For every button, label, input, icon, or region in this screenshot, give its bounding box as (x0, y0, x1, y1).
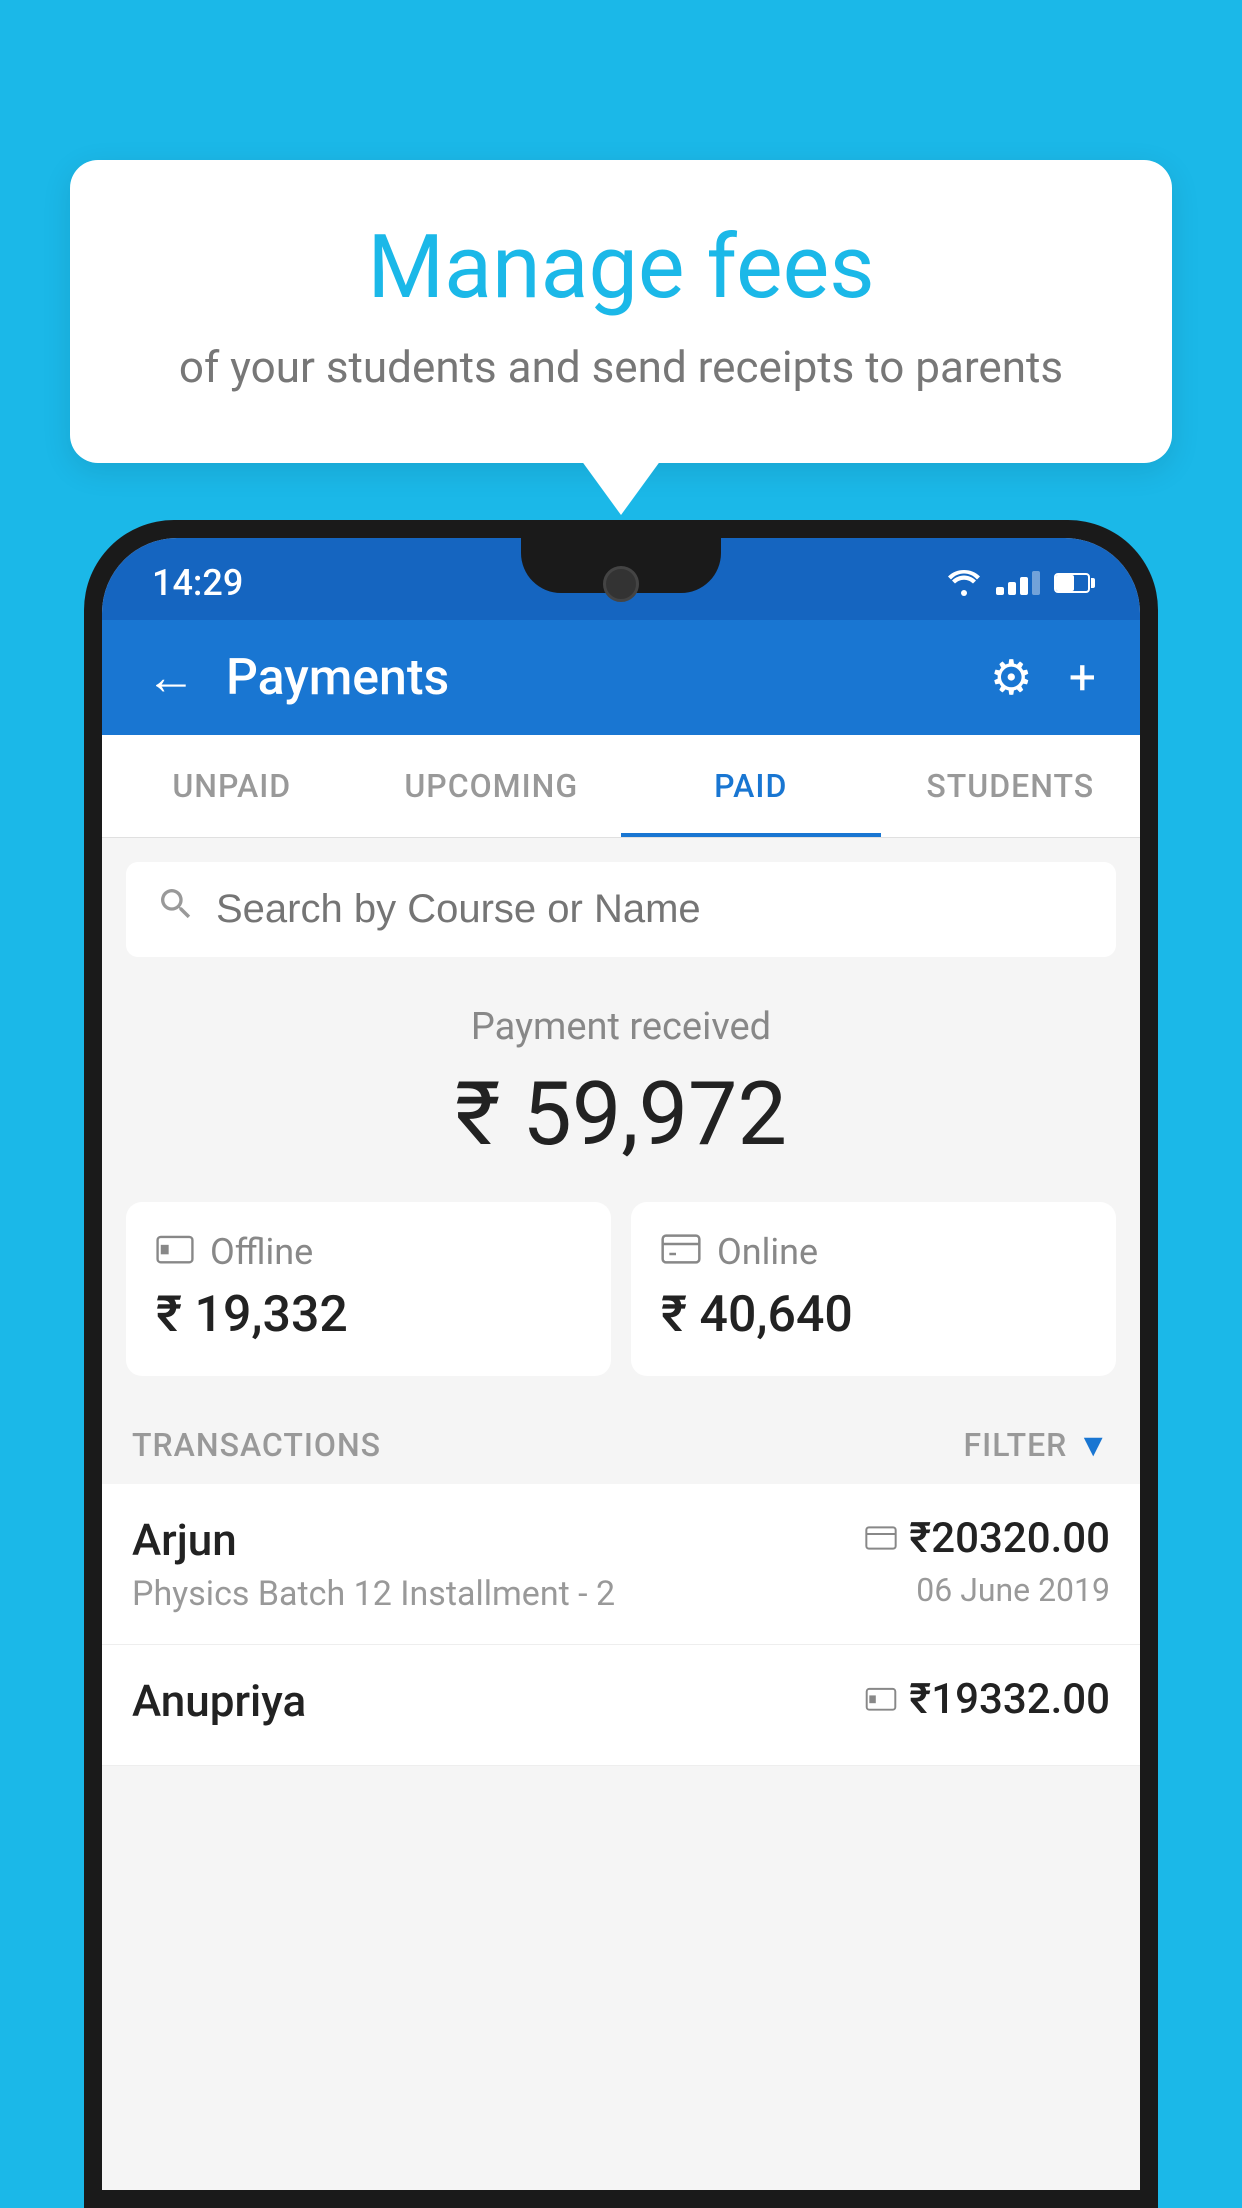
search-bar[interactable] (126, 862, 1116, 957)
online-payment-icon (865, 1519, 897, 1559)
table-row[interactable]: Anupriya ₹19332.00 (102, 1645, 1140, 1766)
bubble-title: Manage fees (130, 220, 1112, 317)
payment-summary: Payment received ₹ 59,972 (102, 957, 1140, 1202)
tab-unpaid[interactable]: UNPAID (102, 735, 362, 837)
transactions-header: TRANSACTIONS FILTER ▼ (102, 1406, 1140, 1484)
online-icon (661, 1230, 701, 1274)
offline-amount: ₹ 19,332 (156, 1286, 581, 1344)
tabs-bar: UNPAID UPCOMING PAID STUDENTS (102, 735, 1140, 838)
app-bar: ← Payments ⚙ + (102, 620, 1140, 735)
filter-icon: ▼ (1077, 1426, 1110, 1464)
battery-icon (1054, 573, 1090, 593)
payment-amount: ₹ 59,972 (132, 1063, 1110, 1166)
speech-bubble: Manage fees of your students and send re… (70, 160, 1172, 463)
offline-label: Offline (210, 1231, 313, 1273)
online-card: Online ₹ 40,640 (631, 1202, 1116, 1376)
transaction-name-1: Arjun (132, 1514, 865, 1566)
tab-upcoming[interactable]: UPCOMING (362, 735, 622, 837)
offline-payment-icon (865, 1680, 897, 1720)
back-button[interactable]: ← (146, 648, 196, 707)
transactions-label: TRANSACTIONS (132, 1426, 381, 1464)
phone-frame: 14:29 (84, 520, 1158, 2208)
transaction-left-1: Arjun Physics Batch 12 Installment - 2 (132, 1514, 865, 1614)
online-card-header: Online (661, 1230, 1086, 1274)
transaction-amount-row-1: ₹20320.00 (865, 1514, 1110, 1563)
tab-students[interactable]: STUDENTS (881, 735, 1141, 837)
offline-card-header: Offline (156, 1230, 581, 1274)
transaction-amount-row-2: ₹19332.00 (865, 1675, 1110, 1724)
app-bar-actions: ⚙ + (990, 649, 1096, 706)
add-button[interactable]: + (1069, 649, 1096, 706)
transaction-amount-2: ₹19332.00 (909, 1675, 1110, 1724)
transaction-right-1: ₹20320.00 06 June 2019 (865, 1514, 1110, 1609)
transaction-amount-1: ₹20320.00 (909, 1514, 1110, 1563)
search-input[interactable] (216, 887, 1086, 932)
transaction-left-2: Anupriya (132, 1675, 865, 1735)
filter-button[interactable]: FILTER ▼ (964, 1426, 1110, 1464)
signal-icon (996, 571, 1040, 595)
phone-camera (603, 566, 639, 602)
offline-card: Offline ₹ 19,332 (126, 1202, 611, 1376)
search-icon (156, 884, 196, 935)
transaction-right-2: ₹19332.00 (865, 1675, 1110, 1724)
settings-button[interactable]: ⚙ (990, 649, 1033, 706)
filter-label: FILTER (964, 1426, 1068, 1464)
phone-screen: 14:29 (102, 538, 1140, 2190)
online-amount: ₹ 40,640 (661, 1286, 1086, 1344)
bubble-subtitle: of your students and send receipts to pa… (130, 341, 1112, 393)
transaction-detail-1: Physics Batch 12 Installment - 2 (132, 1574, 865, 1614)
tab-paid[interactable]: PAID (621, 735, 881, 837)
offline-icon (156, 1230, 194, 1274)
table-row[interactable]: Arjun Physics Batch 12 Installment - 2 ₹… (102, 1484, 1140, 1645)
app-bar-title: Payments (226, 649, 960, 707)
wifi-icon (946, 570, 982, 596)
status-time: 14:29 (152, 562, 243, 604)
online-label: Online (717, 1231, 818, 1273)
content-area: Payment received ₹ 59,972 Offline (102, 838, 1140, 2190)
payment-cards: Offline ₹ 19,332 Online (102, 1202, 1140, 1406)
transaction-date-1: 06 June 2019 (916, 1571, 1110, 1609)
payment-received-label: Payment received (132, 1005, 1110, 1049)
phone-notch (521, 538, 721, 593)
transaction-name-2: Anupriya (132, 1675, 865, 1727)
status-icons (946, 570, 1090, 596)
